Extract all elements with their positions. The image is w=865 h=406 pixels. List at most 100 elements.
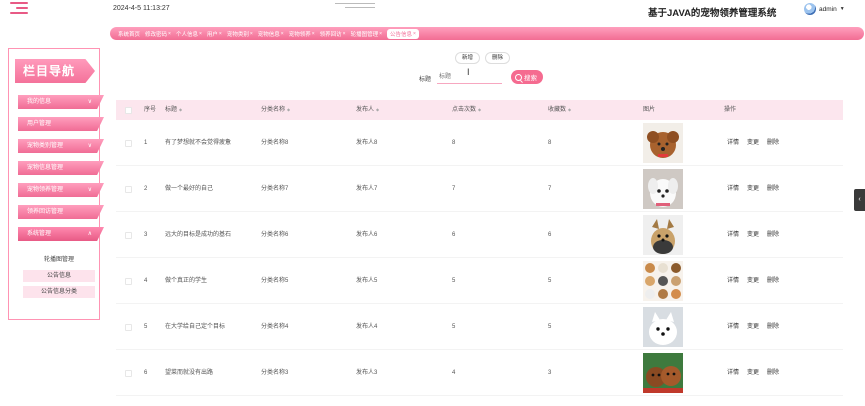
delete-row-button[interactable]: 删除 [767, 350, 779, 396]
tab-9[interactable]: 公告信息 × [387, 28, 419, 39]
header-title[interactable]: 标题 ◆ [165, 100, 182, 120]
table-row: 4 做个真正的学生 分类名称5 发布人5 5 5 详情 变更 删除 [116, 258, 843, 304]
edit-button[interactable]: 变更 [747, 258, 759, 304]
sidebar-subitem-carousel[interactable]: 轮播图管理 [23, 254, 95, 266]
edit-button[interactable]: 变更 [747, 304, 759, 350]
row-checkbox[interactable] [125, 232, 132, 239]
tab-0[interactable]: 系统首页 [118, 30, 140, 38]
row-publisher: 发布人5 [356, 278, 378, 284]
row-checkbox[interactable] [125, 278, 132, 285]
close-icon[interactable]: × [281, 31, 284, 37]
row-index: 3 [144, 232, 148, 238]
row-publisher: 发布人7 [356, 186, 378, 192]
search-button[interactable]: 搜索 [511, 70, 543, 84]
table-row: 3 远大的目标是成功的基石 分类名称6 发布人6 6 6 详情 变更 删除 [116, 212, 843, 258]
sidebar-item-pet-info[interactable]: 宠物信息管理 [18, 161, 104, 175]
detail-button[interactable]: 详情 [727, 120, 739, 166]
header-favorites[interactable]: 收藏数 ◆ [548, 100, 571, 120]
detail-button[interactable]: 详情 [727, 304, 739, 350]
sidebar-item-label: 宠物类别管理 [27, 143, 64, 149]
edit-button[interactable]: 变更 [747, 120, 759, 166]
select-all-checkbox[interactable] [125, 107, 132, 114]
delete-button[interactable]: 删除 [485, 52, 511, 64]
detail-button[interactable]: 详情 [727, 212, 739, 258]
top-bar: 2024-4-5 11:13:27 基于JAVA的宠物领养管理系统 admin … [0, 0, 865, 24]
tab-3[interactable]: 用户 × [207, 30, 222, 38]
close-icon[interactable]: × [413, 31, 416, 37]
tab-2[interactable]: 个人信息 × [176, 30, 202, 38]
sidebar-item-users[interactable]: 用户管理 [18, 117, 104, 131]
close-icon[interactable]: × [199, 31, 202, 37]
user-menu[interactable]: admin ▼ [804, 3, 845, 15]
edit-button[interactable]: 变更 [747, 350, 759, 396]
tab-label: 用户 [206, 31, 218, 38]
row-title: 做个真正的学生 [165, 278, 208, 284]
table-row: 6 望菜而就没有出路 分类名称3 发布人3 4 3 详情 变更 删除 [116, 350, 843, 396]
tab-8[interactable]: 轮播图管理 × [351, 30, 382, 38]
row-clicks: 7 [452, 186, 456, 192]
tab-6[interactable]: 宠物领养 × [289, 30, 315, 38]
detail-button[interactable]: 详情 [727, 258, 739, 304]
data-table: 序号 标题 ◆ 分类名称 ◆ 发布人 ◆ 点击次数 ◆ 收藏数 ◆ 图片 操作 1 有了梦想… [116, 100, 843, 396]
sidebar-item-pet-category[interactable]: 宠物类别管理 ∨ [18, 139, 104, 153]
delete-row-button[interactable]: 删除 [767, 304, 779, 350]
row-publisher: 发布人6 [356, 232, 378, 238]
tab-label: 轮播图管理 [350, 31, 379, 38]
row-publisher: 发布人3 [356, 370, 378, 376]
edit-button[interactable]: 变更 [747, 212, 759, 258]
header-publisher[interactable]: 发布人 ◆ [356, 100, 379, 120]
sidebar-subitem-notice-category[interactable]: 公告信息分类 [23, 286, 95, 298]
tab-label: 宠物类别 [226, 31, 249, 38]
detail-button[interactable]: 详情 [727, 350, 739, 396]
row-index: 4 [144, 278, 148, 284]
delete-row-button[interactable]: 删除 [767, 120, 779, 166]
row-category: 分类名称7 [261, 186, 289, 192]
add-button[interactable]: 新增 [455, 52, 481, 64]
sidebar-item-label: 用户管理 [27, 121, 52, 127]
tab-5[interactable]: 宠物信息 × [258, 30, 284, 38]
pet-thumbnail [643, 215, 683, 255]
table-row: 1 有了梦想就不会觉得疲惫 分类名称8 发布人8 8 8 详情 变更 删除 [116, 120, 843, 166]
row-checkbox[interactable] [125, 324, 132, 331]
sidebar-heading: 栏目导航 [15, 59, 95, 83]
sidebar-item-system[interactable]: 系统管理 ∧ [18, 227, 104, 241]
row-checkbox[interactable] [125, 370, 132, 377]
delete-row-button[interactable]: 删除 [767, 212, 779, 258]
table-row: 5 在大学给自己定个目标 分类名称4 发布人4 5 5 详情 变更 删除 [116, 304, 843, 350]
detail-button[interactable]: 详情 [727, 166, 739, 212]
row-checkbox[interactable] [125, 186, 132, 193]
pet-thumbnail [643, 261, 683, 301]
delete-row-button[interactable]: 删除 [767, 166, 779, 212]
header-category[interactable]: 分类名称 ◆ [261, 100, 290, 120]
chevron-icon: ∨ [87, 143, 92, 149]
avatar [804, 3, 816, 15]
collapse-panel-button[interactable]: ‹ [854, 189, 865, 211]
chevron-icon: ∧ [87, 231, 92, 237]
row-checkbox[interactable] [125, 140, 132, 147]
close-icon[interactable]: × [312, 31, 315, 37]
tab-7[interactable]: 领养回访 × [320, 30, 346, 38]
sidebar-item-my-info[interactable]: 我的信息 ∨ [18, 95, 104, 109]
tab-4[interactable]: 宠物类别 × [227, 30, 253, 38]
header-clicks[interactable]: 点击次数 ◆ [452, 100, 481, 120]
tab-1[interactable]: 修改密码 × [145, 30, 171, 38]
close-icon[interactable]: × [168, 31, 171, 37]
tab-bar: 系统首页 修改密码 × 个人信息 × 用户 × 宠物类别 × 宠物信息 × 宠物领养 × 领养回访 × 轮播图… [110, 27, 864, 40]
delete-row-button[interactable]: 删除 [767, 258, 779, 304]
close-icon[interactable]: × [343, 31, 346, 37]
edit-button[interactable]: 变更 [747, 166, 759, 212]
close-icon[interactable]: × [219, 31, 222, 37]
close-icon[interactable]: × [250, 31, 253, 37]
row-favorites: 8 [548, 140, 552, 146]
header-index: 序号 [144, 107, 157, 113]
menu-toggle-icon[interactable] [10, 2, 28, 16]
sidebar-item-pet-adoption[interactable]: 宠物领养管理 ∨ [18, 183, 104, 197]
tab-label: 系统首页 [118, 31, 141, 38]
sidebar-item-adoption-visit[interactable]: 领养回访管理 [18, 205, 104, 219]
close-icon[interactable]: × [379, 31, 382, 37]
tab-label: 宠物领养 [288, 31, 311, 38]
table-row: 2 做一个最好的自己 分类名称7 发布人7 7 7 详情 变更 删除 [116, 166, 843, 212]
row-index: 5 [144, 324, 148, 330]
sort-icon: ◆ [568, 107, 572, 112]
sidebar-subitem-notice[interactable]: 公告信息 [23, 270, 95, 282]
